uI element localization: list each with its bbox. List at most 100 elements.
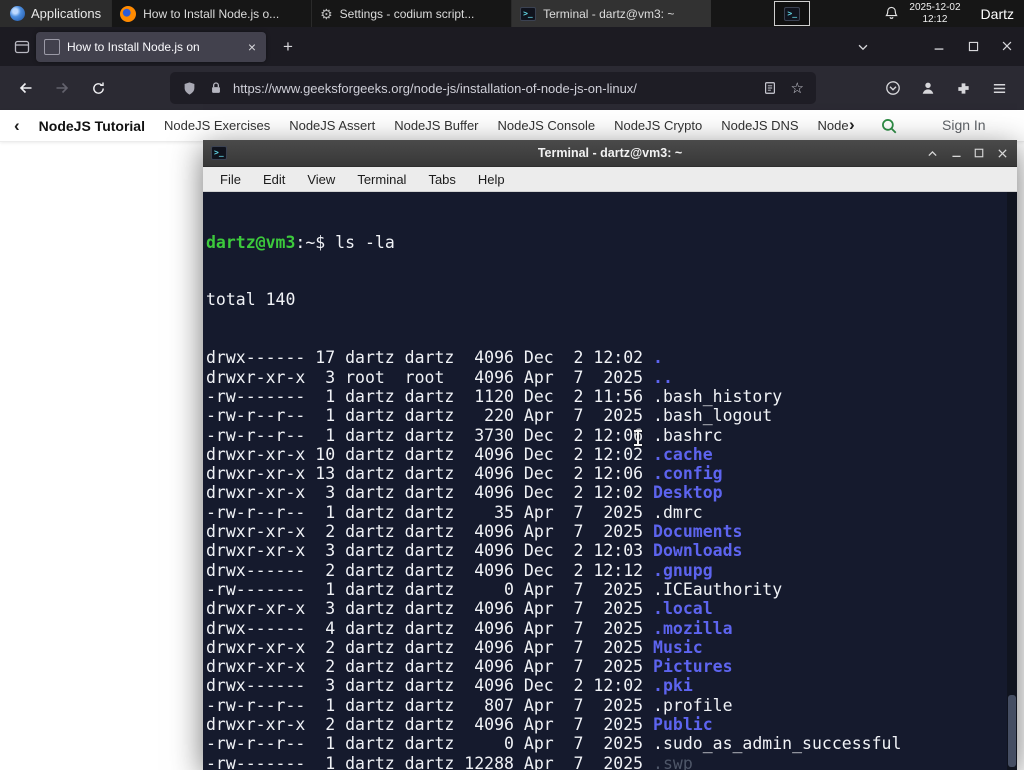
extensions-icon[interactable]: [947, 72, 979, 104]
minimize-window-icon[interactable]: [945, 142, 967, 164]
top-panel: Applications How to Install Node.js o...…: [0, 0, 1024, 27]
terminal-line: -rw-r--r-- 1 dartz dartz 35 Apr 7 2025 .…: [206, 502, 703, 522]
site-nav-item[interactable]: NodeJS DNS: [721, 118, 798, 133]
terminal-line: drwxr-xr-x 2 dartz dartz 4096 Apr 7 2025…: [206, 637, 703, 657]
terminal-line: drwxr-xr-x 3 root root 4096 Apr 7 2025 .…: [206, 367, 673, 387]
menu-help[interactable]: Help: [467, 167, 516, 191]
firefox-view-icon[interactable]: [10, 35, 34, 59]
nav-chevron-left-icon[interactable]: ‹: [14, 117, 20, 134]
taskbar-window-firefox[interactable]: How to Install Node.js o...: [111, 0, 311, 27]
applications-menu[interactable]: Applications: [0, 0, 112, 27]
terminal-icon: >_: [520, 6, 537, 21]
terminal-window: >_ Terminal - dartz@vm3: ~ File Edit Vie…: [203, 140, 1017, 770]
menu-hamburger-icon[interactable]: [983, 72, 1015, 104]
prompt-user-host: dartz@vm3: [206, 232, 296, 252]
panel-clock[interactable]: 2025-12-02 12:12: [909, 2, 960, 26]
maximize-window-icon[interactable]: [968, 142, 990, 164]
command-text: ls -la: [335, 232, 395, 252]
menu-terminal[interactable]: Terminal: [346, 167, 417, 191]
site-nav-item[interactable]: NodeJS Console: [498, 118, 596, 133]
desktop: Applications How to Install Node.js o...…: [0, 0, 1024, 770]
site-nav-item[interactable]: NodeJS Assert: [289, 118, 375, 133]
taskbar-window-label: How to Install Node.js o...: [143, 6, 280, 21]
shade-window-icon[interactable]: [921, 142, 943, 164]
reader-mode-icon[interactable]: [763, 81, 777, 95]
terminal-total-line: total 140: [206, 290, 296, 310]
nav-chevron-right-icon[interactable]: ›: [849, 116, 855, 133]
back-icon[interactable]: [10, 72, 42, 104]
site-nav-items: ‹ NodeJS Tutorial NodeJS Exercises NodeJ…: [14, 110, 856, 141]
lock-icon[interactable]: [209, 81, 223, 95]
terminal-line: -rw-r--r-- 1 dartz dartz 0 Apr 7 2025 .s…: [206, 734, 902, 754]
terminal-line: -rw------- 1 dartz dartz 1120 Dec 2 11:5…: [206, 386, 783, 406]
tray-terminal-icon[interactable]: >_: [774, 1, 811, 26]
terminal-window-title: Terminal - dartz@vm3: ~: [537, 146, 683, 160]
terminal-line: -rw-r--r-- 1 dartz dartz 3730 Dec 2 12:0…: [206, 425, 723, 445]
terminal-output: dartz@vm3:~$ ls -la total 140 drwx------…: [206, 194, 901, 770]
taskbar-window-label: Settings - codium script...: [339, 6, 475, 21]
account-icon[interactable]: [912, 72, 944, 104]
list-all-tabs-icon[interactable]: [850, 35, 876, 59]
site-nav-item[interactable]: Node: [818, 118, 849, 133]
site-nav-item[interactable]: NodeJS Exercises: [164, 118, 270, 133]
taskbar-window-label: Terminal - dartz@vm3: ~: [543, 6, 675, 21]
window-close-button[interactable]: [992, 32, 1022, 60]
site-nav-bar: ‹ NodeJS Tutorial NodeJS Exercises NodeJ…: [0, 110, 1024, 142]
distro-logo-icon: [10, 6, 25, 21]
browser-tab[interactable]: How to Install Node.js on ×: [36, 32, 266, 62]
save-to-pocket-icon[interactable]: [877, 72, 909, 104]
taskbar-window-settings[interactable]: ⚙ Settings - codium script...: [311, 0, 511, 27]
notifications-bell-icon[interactable]: [882, 4, 901, 23]
clock-date: 2025-12-02: [909, 1, 961, 13]
terminal-icon: >_: [211, 146, 227, 160]
terminal-line: drwxr-xr-x 2 dartz dartz 4096 Apr 7 2025…: [206, 715, 713, 735]
tab-close-icon[interactable]: ×: [246, 38, 258, 56]
terminal-line: drwxr-xr-x 10 dartz dartz 4096 Dec 2 12:…: [206, 444, 713, 464]
scrollbar-thumb[interactable]: [1008, 695, 1016, 767]
terminal-body[interactable]: dartz@vm3:~$ ls -la total 140 drwx------…: [203, 192, 1017, 770]
firefox-icon: [120, 5, 137, 22]
bookmark-star-icon[interactable]: ☆: [791, 81, 804, 96]
terminal-scrollbar[interactable]: [1007, 192, 1017, 770]
shield-icon[interactable]: [182, 81, 197, 96]
search-icon[interactable]: [880, 117, 900, 137]
terminal-line: drwx------ 2 dartz dartz 4096 Dec 2 12:1…: [206, 560, 713, 580]
terminal-line: drwxr-xr-x 3 dartz dartz 4096 Dec 2 12:0…: [206, 541, 743, 561]
terminal-line: drwxr-xr-x 3 dartz dartz 4096 Dec 2 12:0…: [206, 483, 723, 503]
terminal-line: -rw------- 1 dartz dartz 0 Apr 7 2025 .I…: [206, 579, 783, 599]
close-window-icon[interactable]: [991, 142, 1013, 164]
browser-toolbar: https://www.geeksforgeeks.org/node-js/in…: [0, 66, 1024, 110]
terminal-line: -rw-r--r-- 1 dartz dartz 807 Apr 7 2025 …: [206, 695, 733, 715]
applications-label: Applications: [31, 6, 102, 21]
terminal-line: drwx------ 4 dartz dartz 4096 Apr 7 2025…: [206, 618, 733, 638]
browser-tab-bar: How to Install Node.js on × +: [0, 27, 1024, 66]
window-maximize-button[interactable]: [958, 32, 988, 60]
url-text: https://www.geeksforgeeks.org/node-js/in…: [233, 80, 637, 96]
site-nav-item[interactable]: NodeJS Buffer: [394, 118, 478, 133]
url-bar[interactable]: https://www.geeksforgeeks.org/node-js/in…: [170, 72, 816, 104]
page-favicon: [44, 39, 60, 55]
clock-time: 12:12: [922, 13, 948, 25]
menu-tabs[interactable]: Tabs: [417, 167, 466, 191]
site-nav-item[interactable]: NodeJS Crypto: [614, 118, 702, 133]
window-minimize-button[interactable]: [924, 32, 954, 60]
user-menu[interactable]: Dartz: [977, 0, 1024, 27]
terminal-menubar: File Edit View Terminal Tabs Help: [203, 167, 1017, 192]
prompt-suffix: :~$: [295, 232, 336, 252]
terminal-titlebar[interactable]: >_ Terminal - dartz@vm3: ~: [203, 140, 1017, 167]
terminal-line: -rw-r--r-- 1 dartz dartz 220 Apr 7 2025 …: [206, 406, 773, 426]
menu-view[interactable]: View: [296, 167, 346, 191]
menu-edit[interactable]: Edit: [252, 167, 296, 191]
terminal-line: drwx------ 17 dartz dartz 4096 Dec 2 12:…: [206, 348, 663, 368]
site-nav-item[interactable]: NodeJS Tutorial: [39, 118, 145, 134]
forward-icon[interactable]: [46, 72, 78, 104]
sign-in-link[interactable]: Sign In: [942, 117, 986, 133]
terminal-line: drwxr-xr-x 2 dartz dartz 4096 Apr 7 2025…: [206, 522, 743, 542]
taskbar-window-terminal[interactable]: >_ Terminal - dartz@vm3: ~: [511, 0, 712, 27]
gear-icon: ⚙: [320, 5, 333, 22]
terminal-line: drwx------ 3 dartz dartz 4096 Dec 2 12:0…: [206, 676, 693, 696]
menu-file[interactable]: File: [209, 167, 252, 191]
new-tab-button[interactable]: +: [276, 35, 300, 59]
reload-icon[interactable]: [82, 72, 114, 104]
terminal-line: drwxr-xr-x 13 dartz dartz 4096 Dec 2 12:…: [206, 464, 723, 484]
